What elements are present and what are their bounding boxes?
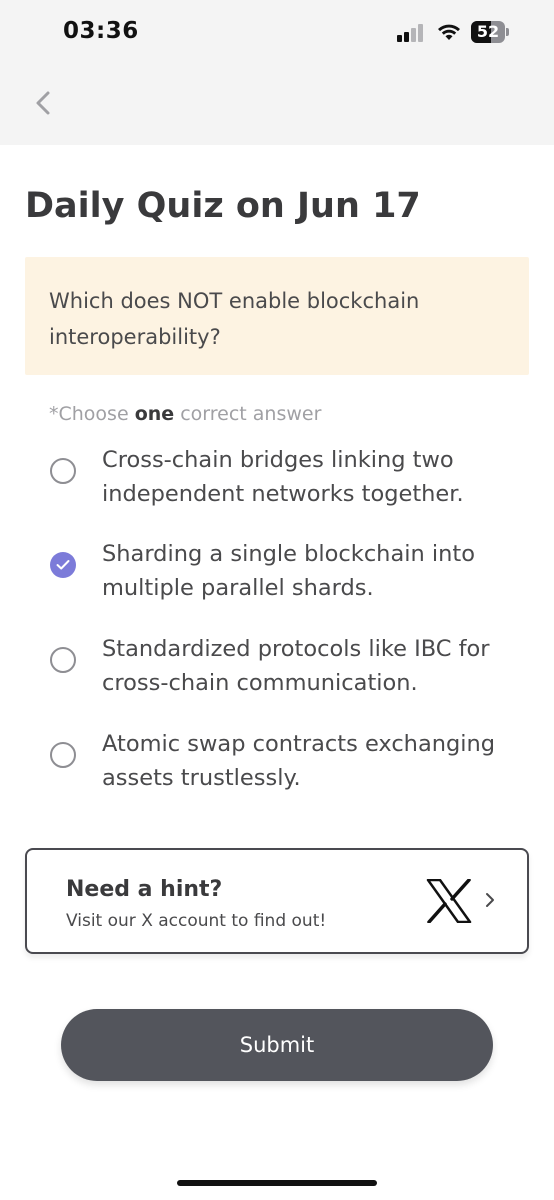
answer-option-1[interactable]: Cross-chain bridges linking two independ… bbox=[48, 443, 528, 515]
answer-option-2[interactable]: Sharding a single blockchain into multip… bbox=[48, 537, 528, 609]
option-label: Sharding a single blockchain into multip… bbox=[102, 541, 475, 601]
radio-checked-icon[interactable] bbox=[50, 552, 76, 578]
checkmark-icon bbox=[56, 560, 70, 570]
cellular-signal-icon bbox=[397, 24, 427, 42]
instruction-suffix: correct answer bbox=[174, 403, 322, 425]
radio-unchecked-icon[interactable] bbox=[50, 742, 76, 768]
battery-level: 52 bbox=[476, 22, 500, 41]
wifi-icon bbox=[438, 24, 460, 40]
page-title: Daily Quiz on Jun 17 bbox=[25, 186, 421, 226]
chevron-left-icon bbox=[36, 91, 50, 115]
option-label: Cross-chain bridges linking two independ… bbox=[102, 447, 464, 507]
answer-option-4[interactable]: Atomic swap contracts exchanging assets … bbox=[48, 727, 528, 799]
nav-bar bbox=[0, 66, 554, 145]
option-label: Standardized protocols like IBC for cros… bbox=[102, 636, 490, 696]
radio-unchecked-icon[interactable] bbox=[50, 458, 76, 484]
hint-title: Need a hint? bbox=[66, 877, 223, 902]
hint-subtitle: Visit our X account to find out! bbox=[66, 911, 327, 931]
option-label: Atomic swap contracts exchanging assets … bbox=[102, 731, 496, 791]
instruction-emphasis: one bbox=[134, 403, 175, 425]
hint-card[interactable]: Need a hint? Visit our X account to find… bbox=[25, 848, 529, 954]
answer-instruction: *Choose one correct answer bbox=[49, 403, 321, 425]
question-text: Which does NOT enable blockchain interop… bbox=[49, 289, 420, 349]
back-button[interactable] bbox=[28, 86, 58, 120]
instruction-prefix: *Choose bbox=[49, 403, 135, 425]
question-box: Which does NOT enable blockchain interop… bbox=[25, 257, 529, 375]
home-indicator bbox=[177, 1180, 377, 1186]
battery-icon: 52 bbox=[471, 21, 509, 43]
radio-unchecked-icon[interactable] bbox=[50, 647, 76, 673]
submit-button[interactable]: Submit bbox=[61, 1009, 493, 1081]
status-time: 03:36 bbox=[63, 18, 139, 44]
status-bar: 03:36 52 bbox=[0, 0, 554, 66]
answer-option-3[interactable]: Standardized protocols like IBC for cros… bbox=[48, 632, 528, 704]
x-logo-icon bbox=[426, 879, 472, 923]
chevron-right-icon bbox=[486, 893, 494, 907]
